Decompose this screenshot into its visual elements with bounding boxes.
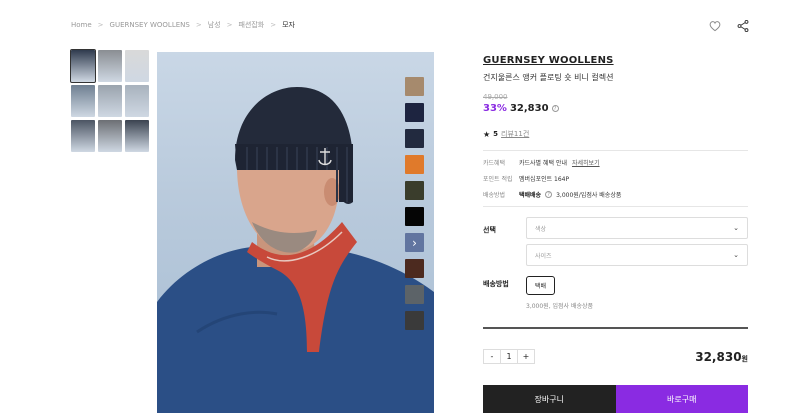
divider	[483, 327, 748, 329]
divider	[483, 206, 748, 207]
card-benefit-value: 카드사별 혜택 안내	[519, 160, 567, 167]
product-main-image	[157, 52, 434, 413]
price-row: 33% 32,830 ?	[483, 103, 748, 114]
color-swatch[interactable]	[405, 311, 424, 330]
color-swatch[interactable]	[405, 207, 424, 226]
rating-score: 5	[493, 130, 499, 138]
color-swatch[interactable]	[405, 129, 424, 148]
option-section: 선택 색상 ⌄ 사이즈 ⌄	[483, 217, 748, 266]
thumbnail[interactable]	[125, 50, 149, 82]
point-row: 포인트 적립 멤버십포인트 164P	[483, 174, 748, 183]
card-benefit-row: 카드혜택 카드사별 혜택 안내 자세히보기	[483, 158, 748, 167]
model-illustration	[157, 87, 434, 413]
shipping-section: 배송방법 택배 3,000원, 입점사 배송상품	[483, 273, 748, 310]
purchase-buttons: 장바구니 바로구매	[483, 385, 748, 413]
thumbnail[interactable]	[71, 120, 95, 152]
buy-now-button[interactable]: 바로구매	[615, 385, 748, 413]
quantity-value[interactable]: 1	[500, 349, 518, 364]
point-value: 멤버십포인트 164P	[519, 176, 570, 183]
color-select-placeholder: 색상	[535, 225, 547, 233]
color-swatch[interactable]	[405, 285, 424, 304]
thumbnail-gallery	[70, 49, 149, 152]
thumbnail[interactable]	[98, 120, 122, 152]
shipping-label: 배송방법	[483, 280, 509, 288]
color-swatch[interactable]	[405, 77, 424, 96]
heart-icon[interactable]	[708, 18, 722, 32]
thumbnail[interactable]	[125, 120, 149, 152]
thumbnail[interactable]	[70, 49, 96, 83]
currency-unit: 원	[741, 354, 748, 363]
total-amount: 32,830	[695, 349, 742, 364]
option-selects: 색상 ⌄ 사이즈 ⌄	[526, 217, 748, 266]
breadcrumb-separator: >	[226, 21, 233, 29]
product-info: GUERNSEY WOOLLENS 건지울른스 앵커 플로팅 숏 비니 컬렉션 …	[483, 55, 748, 413]
top-actions	[708, 18, 750, 33]
discount-rate: 33%	[483, 103, 507, 114]
share-icon[interactable]	[736, 18, 750, 33]
point-label: 포인트 적립	[483, 176, 513, 183]
color-swatch[interactable]	[405, 155, 424, 174]
brand-name[interactable]: GUERNSEY WOOLLENS	[483, 55, 748, 66]
plus-button[interactable]: +	[517, 349, 535, 364]
shipping-method-label: 배송방법	[483, 192, 506, 199]
sale-price: 32,830	[509, 103, 549, 114]
thumbnail[interactable]	[98, 85, 122, 117]
chevron-right-icon[interactable]: ›	[405, 233, 424, 252]
color-swatch[interactable]	[405, 259, 424, 278]
minus-button[interactable]: -	[483, 349, 501, 364]
option-label: 선택	[483, 226, 496, 234]
breadcrumb-separator: >	[97, 21, 104, 29]
quantity-stepper: - 1 +	[483, 349, 535, 364]
color-swatch[interactable]	[405, 103, 424, 122]
size-select-placeholder: 사이즈	[535, 252, 552, 260]
thumbnail[interactable]	[98, 50, 122, 82]
breadcrumb-category[interactable]: 남성	[208, 20, 221, 30]
quantity-row: - 1 + 32,830원	[483, 349, 748, 364]
total-price: 32,830원	[695, 350, 748, 364]
question-circle-icon[interactable]: ?	[545, 191, 553, 198]
card-benefit-label: 카드혜택	[483, 160, 506, 167]
shipping-method-type: 택배배송	[519, 192, 542, 199]
color-swatch[interactable]	[405, 181, 424, 200]
breadcrumb-brand[interactable]: GUERNSEY WOOLLENS	[110, 21, 190, 29]
chevron-down-icon: ⌄	[733, 224, 739, 232]
color-select[interactable]: 색상 ⌄	[526, 217, 748, 239]
star-icon: ★	[483, 129, 491, 139]
breadcrumb: Home > GUERNSEY WOOLLENS > 남성 > 패션잡화 > 모…	[71, 20, 295, 30]
shipping-method-value: 3,000원/입점사 배송상품	[556, 192, 622, 199]
thumbnail[interactable]	[125, 85, 149, 117]
breadcrumb-separator: >	[195, 21, 202, 29]
shipping-option-button[interactable]: 택배	[526, 276, 556, 295]
breadcrumb-current: 모자	[282, 21, 295, 29]
divider	[483, 150, 748, 151]
review-link[interactable]: 리뷰11건	[501, 129, 529, 139]
thumbnail[interactable]	[71, 85, 95, 117]
card-benefit-link[interactable]: 자세히보기	[572, 158, 600, 167]
original-price: 49,000	[483, 93, 508, 101]
add-to-cart-button[interactable]: 장바구니	[483, 385, 616, 413]
benefit-info: 카드혜택 카드사별 혜택 안내 자세히보기 포인트 적립 멤버십포인트 164P…	[483, 158, 748, 199]
chevron-down-icon: ⌄	[733, 251, 739, 259]
size-select[interactable]: 사이즈 ⌄	[526, 244, 748, 266]
shipping-note: 3,000원, 입점사 배송상품	[526, 303, 594, 310]
breadcrumb-separator: >	[270, 21, 277, 29]
rating: ★ 5 리뷰11건	[483, 129, 748, 139]
breadcrumb-subcategory[interactable]: 패션잡화	[238, 20, 264, 30]
question-circle-icon[interactable]: ?	[551, 105, 559, 112]
shipping-body: 택배 3,000원, 입점사 배송상품	[526, 273, 748, 310]
shipping-method-row: 배송방법 택배배송 ? 3,000원/입점사 배송상품	[483, 190, 748, 199]
breadcrumb-home[interactable]: Home	[71, 21, 92, 29]
color-swatches: ›	[405, 77, 424, 330]
top-stub-text: ··· ···	[395, 0, 415, 4]
product-name: 건지울른스 앵커 플로팅 숏 비니 컬렉션	[483, 73, 614, 82]
